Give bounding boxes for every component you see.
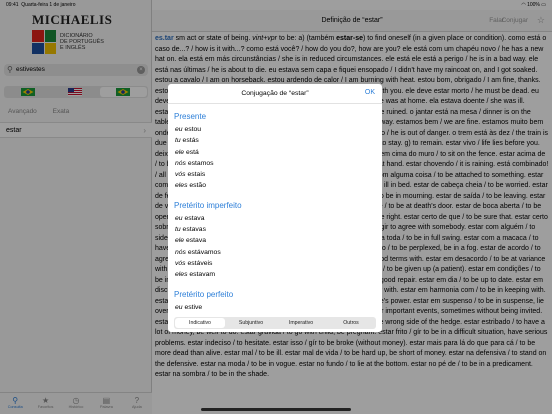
conjugation-dialog: Conjugação de “estar” OK Presente eu esto… [168, 84, 382, 332]
home-indicator[interactable] [201, 408, 351, 411]
mood-tab-subjuntivo[interactable]: Subjuntivo [226, 317, 276, 329]
pronoun: nós [175, 248, 186, 256]
battery-icon: ▭ [541, 2, 546, 8]
conjugation-row: eu estive [174, 302, 376, 310]
wifi-icon: ◠ [521, 2, 526, 8]
pronoun: nós [175, 159, 186, 167]
verb-form: estava [182, 214, 205, 222]
verb-form: estáveis [185, 259, 213, 267]
status-bar: 09:41 Quarta-feira 1 de janeiro ◠ 100% ▭ [0, 0, 552, 10]
conjugation-row: eles estavam [174, 269, 376, 280]
verb-form: estou [182, 126, 202, 133]
verb-form: estava [184, 237, 206, 245]
pronoun: eu [175, 214, 183, 222]
conjugation-row: tu estavas [174, 224, 376, 235]
mood-selector: Indicativo Subjuntivo Imperativo Outros [174, 317, 376, 329]
mood-tab-imperativo[interactable]: Imperativo [276, 317, 326, 329]
status-time: 09:41 [6, 2, 19, 8]
conjugation-row: nós estamos [174, 158, 376, 169]
pronoun: eles [175, 271, 188, 279]
verb-form: estive [182, 303, 203, 310]
dialog-header: Conjugação de “estar” OK [168, 84, 382, 104]
verb-form: estamos [185, 159, 214, 167]
ok-button[interactable]: OK [365, 89, 375, 96]
conjugation-row: tu estás [174, 135, 376, 146]
conjugation-row: vós estáveis [174, 258, 376, 269]
tense-heading: Pretérito perfeito [174, 289, 234, 299]
conjugation-row: eu estava [174, 213, 376, 224]
tense-spacer [174, 281, 376, 288]
verb-form: estão [187, 182, 206, 190]
tense-heading: Pretérito imperfeito [174, 200, 242, 210]
mood-tab-outros[interactable]: Outros [326, 317, 376, 329]
battery-percent: 100% [527, 2, 540, 8]
dialog-title: Conjugação de “estar” [241, 90, 309, 97]
pronoun: eu [175, 303, 183, 310]
verb-form: está [184, 148, 199, 156]
pronoun: eles [175, 182, 188, 190]
conjugation-row: eles estão [174, 180, 376, 191]
pronoun: vós [175, 259, 186, 267]
app-window: 09:41 Quarta-feira 1 de janeiro ◠ 100% ▭… [0, 0, 552, 414]
conjugation-row: vós estais [174, 169, 376, 180]
status-date: Quarta-feira 1 de janeiro [21, 2, 76, 8]
verb-form: estais [185, 171, 206, 179]
tense-spacer [174, 192, 376, 199]
conjugation-row: nós estávamos [174, 247, 376, 258]
conjugation-row: ele está [174, 147, 376, 158]
verb-form: estavas [180, 226, 206, 234]
pronoun: ele [175, 148, 185, 156]
conjugation-row: ele estava [174, 235, 376, 246]
verb-form: estavam [187, 271, 216, 279]
verb-form: estávamos [185, 248, 221, 256]
pronoun: vós [175, 171, 186, 179]
pronoun: eu [175, 126, 183, 133]
conjugation-row: eu estou [174, 124, 376, 135]
conjugation-list[interactable]: Presente eu estou tu estás ele está nós esta… [174, 110, 376, 310]
tense-heading: Presente [174, 112, 207, 121]
mood-tab-indicativo[interactable]: Indicativo [175, 318, 225, 328]
verb-form: estás [180, 137, 199, 145]
pronoun: ele [175, 237, 185, 245]
